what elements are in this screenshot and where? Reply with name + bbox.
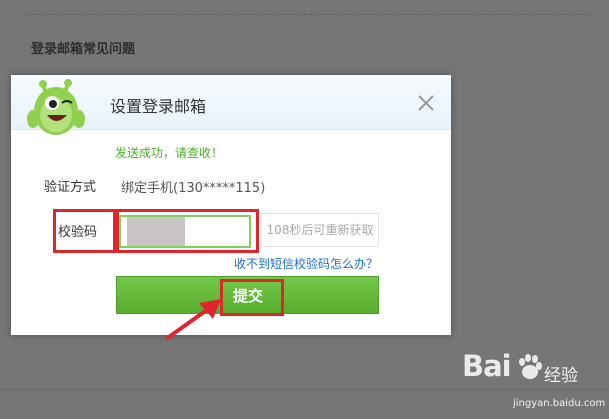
code-label-highlight [53,209,119,253]
set-login-email-dialog: 设置登录邮箱 发送成功，请查收！ 验证方式 绑定手机(130*****115) … [11,75,451,341]
mascot-icon [27,79,85,135]
code-input-highlight [113,209,259,253]
background-divider [28,14,588,15]
dialog-header: 设置登录邮箱 [11,75,451,135]
background-line [0,389,609,390]
pointer-arrow-icon [164,299,221,341]
close-icon[interactable] [414,91,438,115]
help-link[interactable]: 收不到短信校验码怎么办？ [234,255,378,272]
resend-code-button[interactable]: 108秒后可重新获取 [261,213,379,247]
watermark-url: jingyan.baidu.com [513,398,606,409]
baidu-paw-icon [519,354,542,379]
faq-heading: 登录邮箱常见问题 [31,42,136,57]
baidu-logo-text: Bai [462,349,512,383]
verify-method-value: 绑定手机(130*****115) [121,181,266,196]
baidu-jingyan-text: 经验 [544,366,578,386]
success-message: 发送成功，请查收！ [115,146,224,160]
dialog-title: 设置登录邮箱 [110,97,207,116]
verify-method-label: 验证方式 [44,180,97,195]
